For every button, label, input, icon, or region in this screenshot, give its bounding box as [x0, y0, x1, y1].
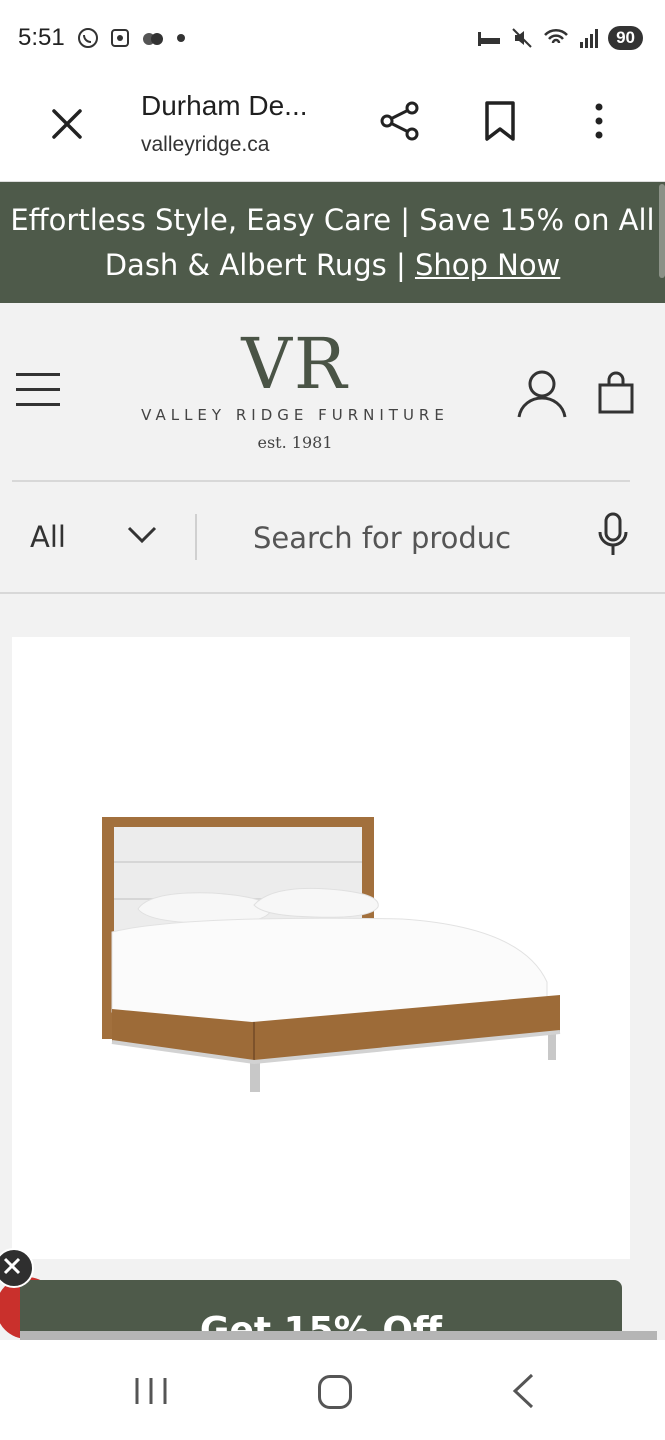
status-right-icons: 90: [476, 24, 643, 52]
chevron-down-icon[interactable]: [126, 524, 158, 546]
status-left-icons: [76, 24, 188, 52]
signal-icon: [580, 29, 599, 48]
search-input[interactable]: [253, 518, 517, 558]
screenshot-icon: [111, 29, 129, 47]
shop-now-link[interactable]: Shop Now: [415, 248, 560, 282]
cloud-icon: [143, 33, 163, 45]
close-icon[interactable]: [46, 103, 88, 145]
browser-toolbar: Durham De... valleyridge.ca: [0, 75, 665, 182]
logo-name: VALLEY RIDGE FURNITURE: [141, 406, 449, 424]
close-icon: [3, 1257, 21, 1275]
search-bar: All: [0, 482, 665, 594]
recent-apps-icon[interactable]: [133, 1376, 169, 1406]
microphone-icon[interactable]: [596, 512, 630, 558]
mute-icon: [512, 28, 532, 48]
status-time: 5:51: [18, 24, 65, 51]
search-separator: [195, 514, 197, 560]
account-icon[interactable]: [516, 367, 568, 419]
site-header: VR VALLEY RIDGE FURNITURE est. 1981: [0, 303, 665, 480]
logo-est: est. 1981: [257, 433, 333, 452]
cart-icon[interactable]: [597, 369, 635, 415]
home-icon[interactable]: [318, 1375, 352, 1409]
scroll-indicator: [659, 184, 665, 278]
bed-product-image: [102, 817, 561, 1092]
category-select[interactable]: All: [30, 520, 66, 554]
page-title[interactable]: Durham De...: [141, 90, 308, 122]
promo-banner: Effortless Style, Easy Care | Save 15% o…: [0, 182, 665, 303]
page-url[interactable]: valleyridge.ca: [141, 133, 269, 157]
whatsapp-icon: [78, 28, 98, 48]
bookmark-icon[interactable]: [480, 99, 520, 143]
status-bar: 5:51 90: [0, 0, 665, 75]
share-icon[interactable]: [378, 99, 422, 143]
dot-icon: [177, 34, 185, 42]
product-image-card[interactable]: [12, 637, 630, 1259]
offer-bar-shadow: [20, 1331, 657, 1340]
system-nav-bar: [0, 1340, 665, 1440]
more-options-icon[interactable]: [582, 99, 616, 143]
battery-indicator: 90: [608, 26, 643, 50]
wifi-icon: [544, 28, 568, 44]
bed-mode-icon: [478, 32, 501, 46]
logo-monogram: VR: [241, 323, 349, 405]
back-icon[interactable]: [510, 1372, 536, 1410]
